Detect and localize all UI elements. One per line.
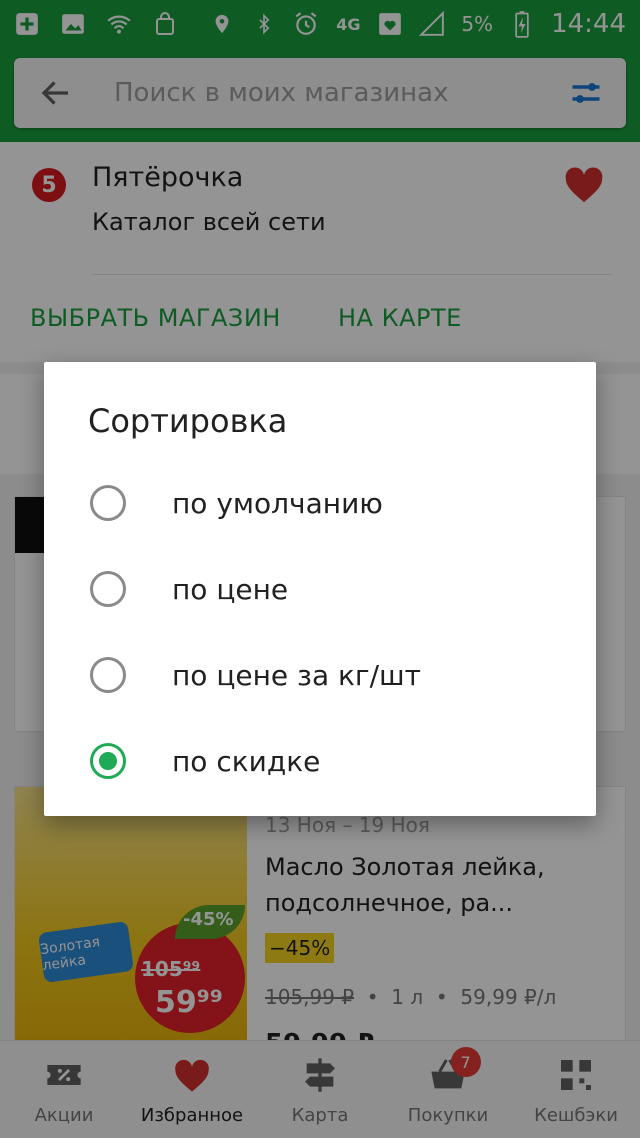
radio-button-selected[interactable] [90, 743, 126, 779]
sort-option-label: по умолчанию [172, 486, 383, 520]
sort-option-discount[interactable]: по скидке [44, 718, 596, 804]
sort-option-label: по цене [172, 572, 289, 606]
radio-button[interactable] [90, 485, 126, 521]
dialog-title: Сортировка [88, 402, 288, 440]
sort-option-price[interactable]: по цене [44, 546, 596, 632]
sort-option-unit-price[interactable]: по цене за кг/шт [44, 632, 596, 718]
radio-button[interactable] [90, 571, 126, 607]
sort-option-default[interactable]: по умолчанию [44, 460, 596, 546]
sort-option-label: по скидке [172, 744, 321, 778]
radio-button[interactable] [90, 657, 126, 693]
sort-dialog: Сортировка по умолчанию по цене по цене … [44, 362, 596, 816]
sort-option-label: по цене за кг/шт [172, 658, 421, 692]
